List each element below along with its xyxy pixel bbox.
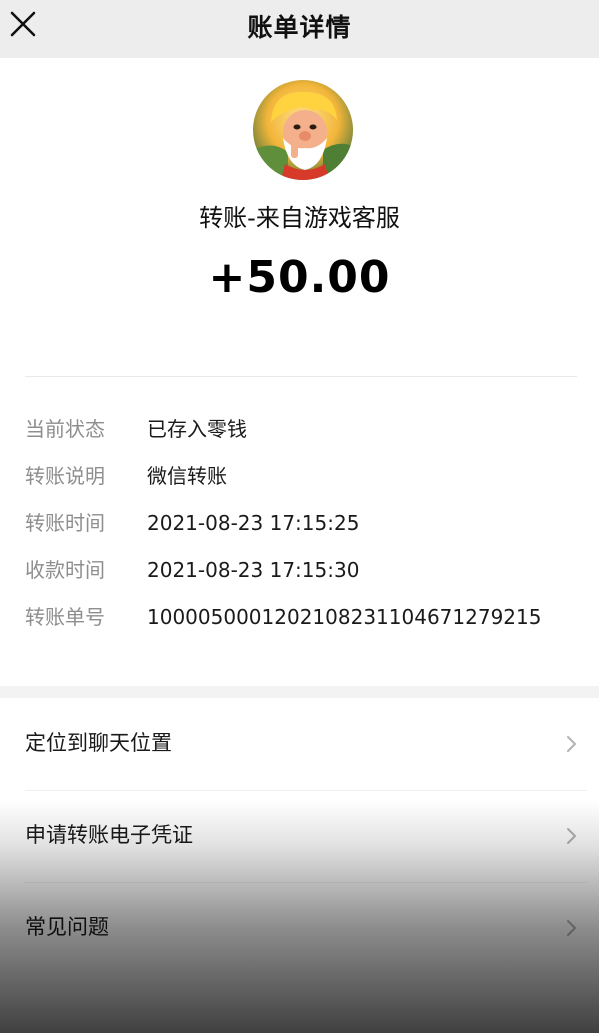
chevron-right-icon bbox=[567, 828, 576, 844]
menu-item-faq[interactable]: 常见问题 bbox=[0, 882, 599, 974]
detail-row-note: 转账说明 微信转账 bbox=[25, 457, 585, 504]
chevron-right-icon bbox=[567, 736, 576, 752]
detail-label: 转账时间 bbox=[25, 511, 105, 535]
detail-value: 微信转账 bbox=[147, 464, 227, 488]
detail-label: 转账单号 bbox=[25, 605, 105, 629]
detail-value: 2021-08-23 17:15:25 bbox=[147, 511, 360, 535]
detail-row-receive-time: 收款时间 2021-08-23 17:15:30 bbox=[25, 551, 585, 598]
detail-value: 已存入零钱 bbox=[147, 417, 247, 441]
detail-row-transfer-time: 转账时间 2021-08-23 17:15:25 bbox=[25, 504, 585, 551]
menu-item-label: 定位到聊天位置 bbox=[25, 731, 172, 755]
chevron-right-icon bbox=[567, 920, 576, 936]
menu-item-label: 常见问题 bbox=[25, 915, 109, 939]
section-gap bbox=[0, 686, 599, 698]
game-character-avatar bbox=[253, 80, 353, 180]
divider bbox=[25, 376, 577, 377]
detail-label: 收款时间 bbox=[25, 558, 105, 582]
menu-item-locate-chat[interactable]: 定位到聊天位置 bbox=[0, 698, 599, 790]
detail-row-transfer-id: 转账单号 1000050001202108231104671279215 bbox=[25, 598, 585, 645]
action-menu: 定位到聊天位置 申请转账电子凭证 常见问题 bbox=[0, 698, 599, 974]
page-title: 账单详情 bbox=[247, 13, 352, 42]
detail-value: 2021-08-23 17:15:30 bbox=[147, 558, 360, 582]
detail-row-status: 当前状态 已存入零钱 bbox=[25, 410, 585, 457]
detail-label: 转账说明 bbox=[25, 464, 105, 488]
menu-item-request-receipt[interactable]: 申请转账电子凭证 bbox=[0, 790, 599, 882]
detail-value[interactable]: 1000050001202108231104671279215 bbox=[147, 598, 541, 636]
detail-label: 当前状态 bbox=[25, 417, 105, 441]
menu-item-label: 申请转账电子凭证 bbox=[25, 823, 193, 847]
transfer-details: 当前状态 已存入零钱 转账说明 微信转账 转账时间 2021-08-23 17:… bbox=[25, 410, 585, 645]
payee-name: 转账-来自游戏客服 bbox=[199, 204, 400, 232]
transfer-amount: +50.00 bbox=[208, 252, 391, 303]
avatar bbox=[253, 80, 353, 180]
top-bar: 账单详情 bbox=[0, 0, 599, 58]
